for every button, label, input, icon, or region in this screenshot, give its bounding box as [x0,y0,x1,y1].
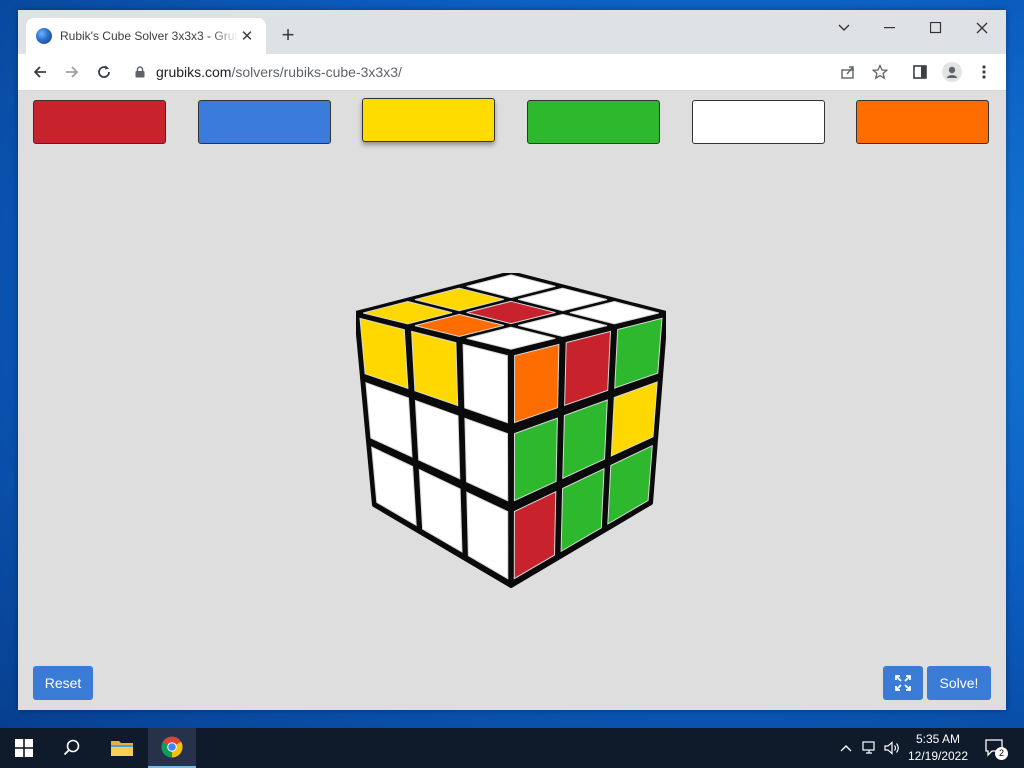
close-tab-icon[interactable]: ✕ [238,27,256,45]
search-icon [63,739,80,756]
notification-badge: 2 [995,747,1008,760]
search-button[interactable] [48,728,96,768]
cube-3d-view[interactable] [354,271,668,598]
color-swatch-white[interactable] [692,100,825,144]
browser-toolbar: grubiks.com/solvers/rubiks-cube-3x3x3/ [18,54,1006,91]
color-swatch-orange[interactable] [856,100,989,144]
chrome-icon [161,736,183,758]
menu-kebab-icon[interactable] [970,58,998,86]
maximize-button[interactable] [914,14,958,42]
reset-button[interactable]: Reset [33,666,93,700]
color-swatch-green[interactable] [527,100,660,144]
new-tab-button[interactable]: + [276,24,300,48]
side-panel-icon[interactable] [906,58,934,86]
windows-logo-icon [15,739,33,757]
color-swatch-yellow[interactable] [362,98,495,142]
reload-button[interactable] [90,58,118,86]
network-icon[interactable] [862,740,878,756]
start-button[interactable] [0,728,48,768]
forward-arrow-icon [66,66,79,78]
action-center-icon[interactable]: 2 [984,738,1008,760]
back-arrow-icon [33,66,46,78]
rubiks-cube[interactable] [354,271,668,593]
taskbar: 5:35 AM 12/19/2022 2 [0,728,1024,768]
reload-icon [98,65,110,78]
volume-icon[interactable] [884,740,900,756]
back-button[interactable] [26,58,54,86]
tab-search-icon[interactable] [822,14,866,42]
clock-date: 12/19/2022 [907,749,969,763]
close-window-button[interactable] [960,14,1004,42]
globe-icon [36,28,52,44]
color-swatch-blue[interactable] [198,100,331,144]
clock-time: 5:35 AM [915,732,961,746]
tab-strip: Rubik's Cube Solver 3x3x3 - Grubiks ✕ + [18,10,1006,54]
minimize-button[interactable] [868,14,912,42]
tab-rubiks-solver[interactable]: Rubik's Cube Solver 3x3x3 - Grubiks ✕ [26,18,266,54]
file-explorer-button[interactable] [98,728,146,768]
fullscreen-button[interactable] [883,666,923,700]
show-hidden-icons-chevron-icon[interactable] [838,740,854,756]
profile-avatar-icon[interactable] [938,58,966,86]
address-bar[interactable]: grubiks.com/solvers/rubiks-cube-3x3x3/ [126,58,826,86]
bookmark-star-icon[interactable] [866,58,894,86]
url-path: /solvers/rubiks-cube-3x3x3/ [231,64,402,80]
expand-icon [895,675,911,691]
solver-viewport: Reset Solve! [18,91,1006,710]
solve-button[interactable]: Solve! [927,666,991,700]
color-swatch-red[interactable] [33,100,166,144]
share-icon[interactable] [834,58,862,86]
tab-title: Rubik's Cube Solver 3x3x3 - Grubiks [60,29,238,43]
chrome-taskbar-button[interactable] [148,728,196,768]
forward-button[interactable] [58,58,86,86]
browser-window: Rubik's Cube Solver 3x3x3 - Grubiks ✕ + [18,10,1006,710]
lock-icon[interactable] [132,64,148,80]
url-host: grubiks.com [156,64,232,80]
system-clock[interactable]: 5:35 AM 12/19/2022 [900,731,976,765]
folder-icon [111,741,133,756]
